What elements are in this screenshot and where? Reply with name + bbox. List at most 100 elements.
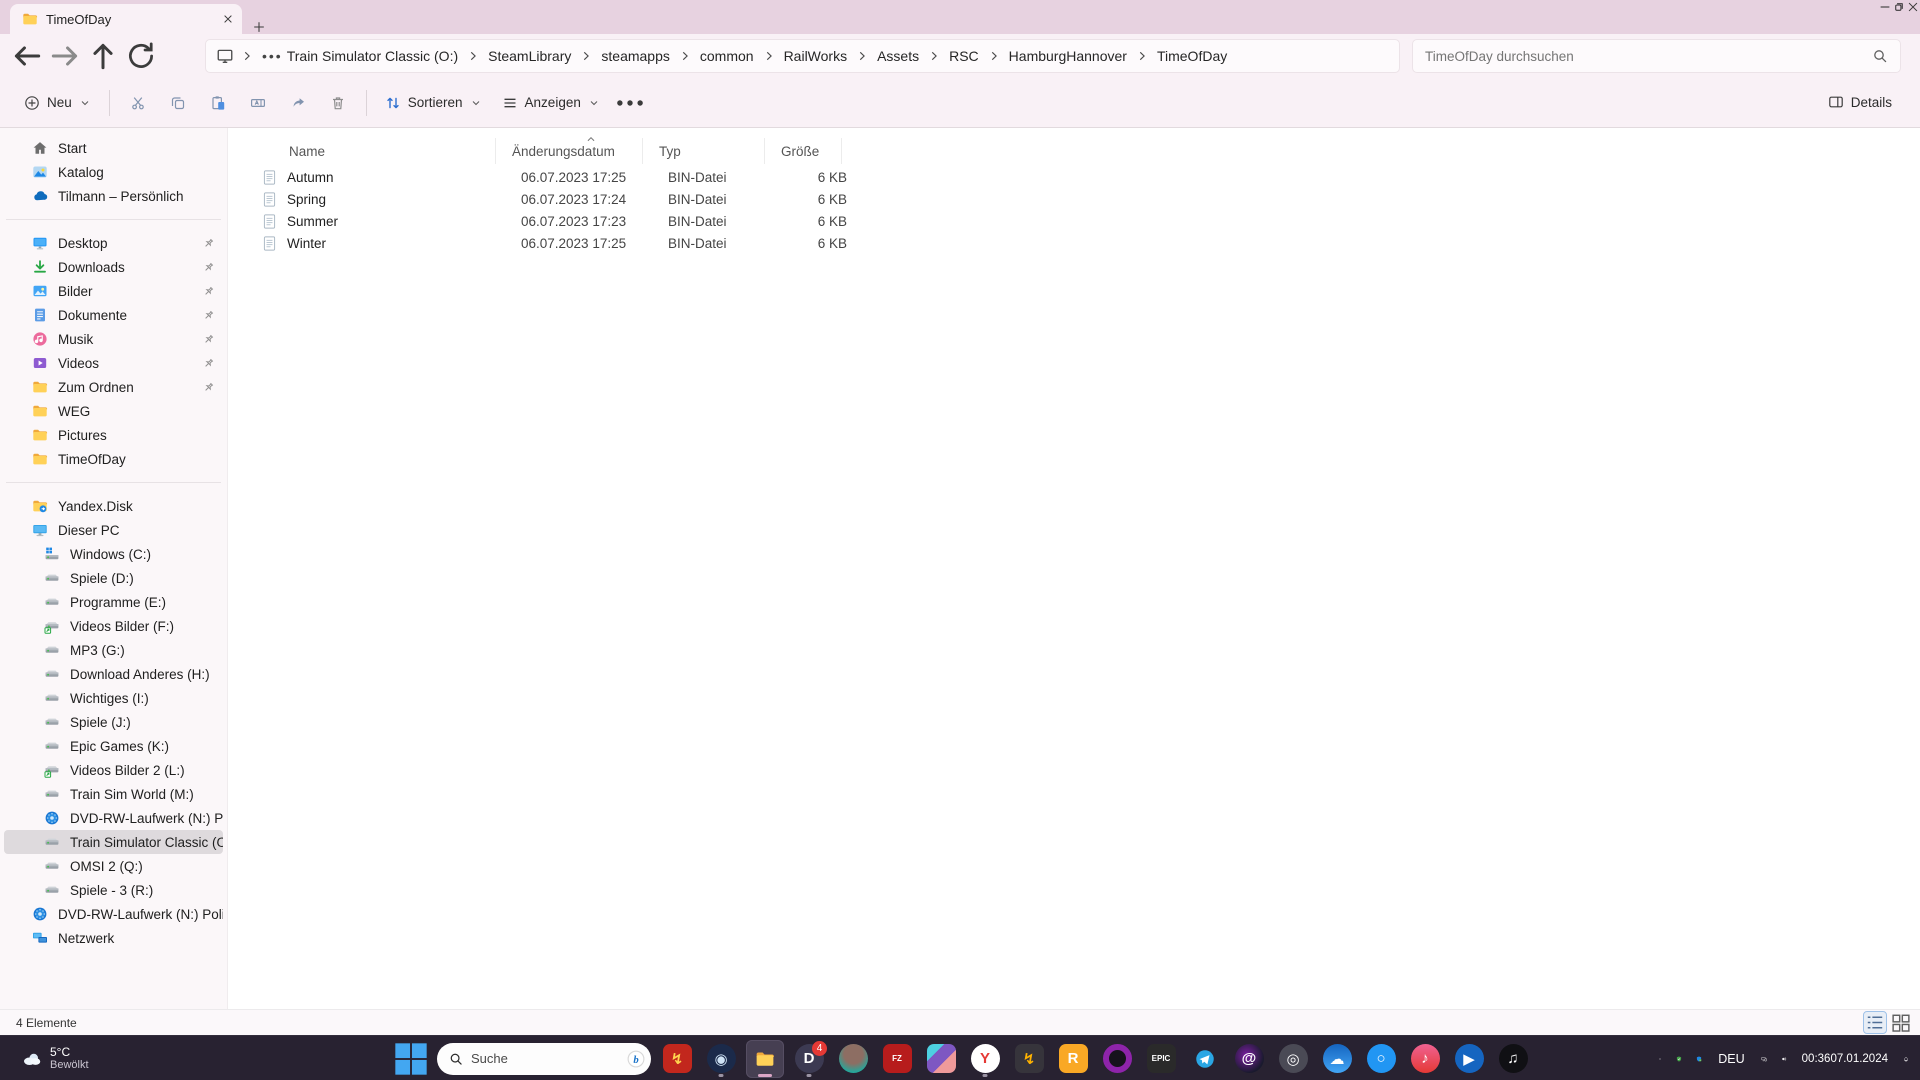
breadcrumb-item[interactable]: Assets [875, 48, 921, 64]
sidebar-item-katalog[interactable]: Katalog [4, 160, 223, 184]
view-button[interactable]: Anzeigen [492, 85, 610, 121]
sidebar-item-videos[interactable]: Videos [4, 351, 223, 375]
sidebar-item-tilmann-pers-nlich[interactable]: Tilmann – Persönlich [4, 184, 223, 208]
clock[interactable]: 00:36 07.01.2024 [1796, 1041, 1894, 1077]
sidebar-item-spiele-j-[interactable]: Spiele (J:) [4, 710, 223, 734]
volume-tray-icon[interactable] [1776, 1041, 1792, 1077]
taskbar-app-discord[interactable]: D4 [790, 1040, 828, 1078]
taskbar-app-yandex[interactable]: Y [966, 1040, 1004, 1078]
tab-close-icon[interactable] [222, 13, 234, 25]
explorer-tab[interactable]: TimeOfDay [10, 4, 242, 34]
sidebar-item-pictures[interactable]: Pictures [4, 423, 223, 447]
taskbar-app-signal[interactable]: ○ [1362, 1040, 1400, 1078]
breadcrumb-item[interactable]: HamburgHannover [1007, 48, 1129, 64]
sidebar-item-train-simulator-classic-o-[interactable]: Train Simulator Classic (O:) [4, 830, 223, 854]
taskbar-app-explorer[interactable] [746, 1039, 784, 1078]
sidebar-item-start[interactable]: Start [4, 136, 223, 160]
taskbar-app-lightning[interactable]: ↯ [658, 1040, 696, 1078]
table-row[interactable]: Spring 06.07.2023 17:24 BIN-Datei 6 KB [245, 188, 1900, 210]
up-button[interactable] [84, 39, 122, 73]
weather-widget[interactable]: 5°C Bewölkt [14, 1036, 97, 1080]
back-button[interactable] [8, 39, 46, 73]
breadcrumb-item[interactable]: RSC [947, 48, 981, 64]
breadcrumb-item[interactable]: SteamLibrary [486, 48, 573, 64]
restore-button[interactable] [1892, 0, 1906, 14]
taskbar-app-opera[interactable] [1098, 1040, 1136, 1078]
search-box[interactable]: TimeOfDay durchsuchen [1412, 39, 1901, 73]
new-button[interactable]: Neu [14, 85, 101, 121]
tray-overflow-button[interactable] [1653, 1041, 1667, 1077]
column-header-type[interactable]: Typ [643, 138, 765, 164]
details-view-toggle[interactable] [1863, 1011, 1887, 1034]
table-row[interactable]: Autumn 06.07.2023 17:25 BIN-Datei 6 KB [245, 166, 1900, 188]
sidebar-item-desktop[interactable]: Desktop [4, 231, 223, 255]
taskbar-app-game[interactable] [922, 1040, 960, 1078]
sidebar-item-omsi-2-q-[interactable]: OMSI 2 (Q:) [4, 854, 223, 878]
new-tab-button[interactable] [252, 20, 266, 34]
breadcrumb-item[interactable]: TimeOfDay [1155, 48, 1229, 64]
device-tray-icon[interactable] [1756, 1041, 1772, 1077]
language-indicator[interactable]: DEU [1711, 1041, 1751, 1077]
breadcrumb-item[interactable]: RailWorks [782, 48, 850, 64]
taskbar-app-thunder[interactable]: ☁ [1318, 1040, 1356, 1078]
sidebar-item-windows-c-[interactable]: Windows (C:) [4, 542, 223, 566]
sort-button[interactable]: Sortieren [375, 85, 492, 121]
details-pane-button[interactable]: Details [1818, 84, 1902, 120]
taskbar-app-telegram[interactable] [1186, 1040, 1224, 1078]
table-row[interactable]: Summer 06.07.2023 17:23 BIN-Datei 6 KB [245, 210, 1900, 232]
sidebar-item-videos-bilder-f-[interactable]: Videos Bilder (F:) [4, 614, 223, 638]
taskbar-app-obs[interactable]: ◎ [1274, 1040, 1312, 1078]
paste-button[interactable] [198, 85, 238, 121]
sidebar-item-spiele-d-[interactable]: Spiele (D:) [4, 566, 223, 590]
taskbar-app-winamp[interactable]: ↯ [1010, 1040, 1048, 1078]
taskbar-app-profile[interactable] [834, 1040, 872, 1078]
sidebar-item-zum-ordnen[interactable]: Zum Ordnen [4, 375, 223, 399]
sidebar-item-mp3-g-[interactable]: MP3 (G:) [4, 638, 223, 662]
breadcrumb-overflow[interactable]: ••• [260, 48, 285, 64]
large-icons-view-toggle[interactable] [1890, 1012, 1912, 1033]
rename-button[interactable] [238, 85, 278, 121]
taskbar-app-steam[interactable]: ◉ [702, 1040, 740, 1078]
minimize-button[interactable] [1878, 0, 1892, 14]
share-button[interactable] [278, 85, 318, 121]
column-header-name[interactable]: Name [245, 138, 496, 164]
sidebar-item-programme-e-[interactable]: Programme (E:) [4, 590, 223, 614]
sidebar-item-download-anderes-h-[interactable]: Download Anderes (H:) [4, 662, 223, 686]
breadcrumb-item[interactable]: steamapps [599, 48, 671, 64]
taskbar-app-filezilla[interactable]: FZ [878, 1040, 916, 1078]
address-bar[interactable]: ••• Train Simulator Classic (O:) SteamLib… [205, 39, 1400, 73]
breadcrumb-item[interactable]: common [698, 48, 756, 64]
taskbar-app-epic[interactable]: EPIC [1142, 1040, 1180, 1078]
sidebar-item-bilder[interactable]: Bilder [4, 279, 223, 303]
taskbar-app-ps[interactable]: ▶ [1450, 1040, 1488, 1078]
taskbar-search[interactable]: Suche b [437, 1042, 651, 1075]
trash-button[interactable] [318, 85, 358, 121]
sidebar-item-epic-games-k-[interactable]: Epic Games (K:) [4, 734, 223, 758]
sidebar-item-timeofday[interactable]: TimeOfDay [4, 447, 223, 471]
sidebar-item-dieser-pc[interactable]: Dieser PC [4, 518, 223, 542]
column-header-modified[interactable]: Änderungsdatum [496, 138, 643, 164]
cut-button[interactable] [118, 85, 158, 121]
forward-button[interactable] [46, 39, 84, 73]
start-button[interactable] [392, 1040, 430, 1078]
sidebar-item-yandex-disk[interactable]: Yandex.Disk [4, 494, 223, 518]
breadcrumb-item[interactable]: Train Simulator Classic (O:) [285, 48, 460, 64]
sidebar-item-wichtiges-i-[interactable]: Wichtiges (I:) [4, 686, 223, 710]
sidebar-item-dvd-rw-laufwerk-n-polizei-20[interactable]: DVD-RW-Laufwerk (N:) Polizei 20 [4, 806, 223, 830]
sidebar-item-weg[interactable]: WEG [4, 399, 223, 423]
sidebar-item-dokumente[interactable]: Dokumente [4, 303, 223, 327]
copy-button[interactable] [158, 85, 198, 121]
sidebar-item-downloads[interactable]: Downloads [4, 255, 223, 279]
sidebar-item-dvd-rw-laufwerk-n-polizei-201[interactable]: DVD-RW-Laufwerk (N:) Polizei 201 [4, 902, 223, 926]
sidebar-item-videos-bilder-2-l-[interactable]: Videos Bilder 2 (L:) [4, 758, 223, 782]
taskbar-app-tiktok[interactable]: ♫ [1494, 1040, 1532, 1078]
taskbar-app-rockstar[interactable]: R [1054, 1040, 1092, 1078]
sidebar-item-train-sim-world-m-[interactable]: Train Sim World (M:) [4, 782, 223, 806]
taskbar-app-itunes[interactable]: ♪ [1406, 1040, 1444, 1078]
more-options-button[interactable] [610, 85, 650, 121]
sidebar-item-netzwerk[interactable]: Netzwerk [4, 926, 223, 950]
taskbar-app-swirl[interactable]: @ [1230, 1040, 1268, 1078]
antivirus-tray-icon[interactable] [1671, 1041, 1687, 1077]
refresh-button[interactable] [122, 39, 160, 73]
windows-security-tray-icon[interactable] [1691, 1041, 1707, 1077]
